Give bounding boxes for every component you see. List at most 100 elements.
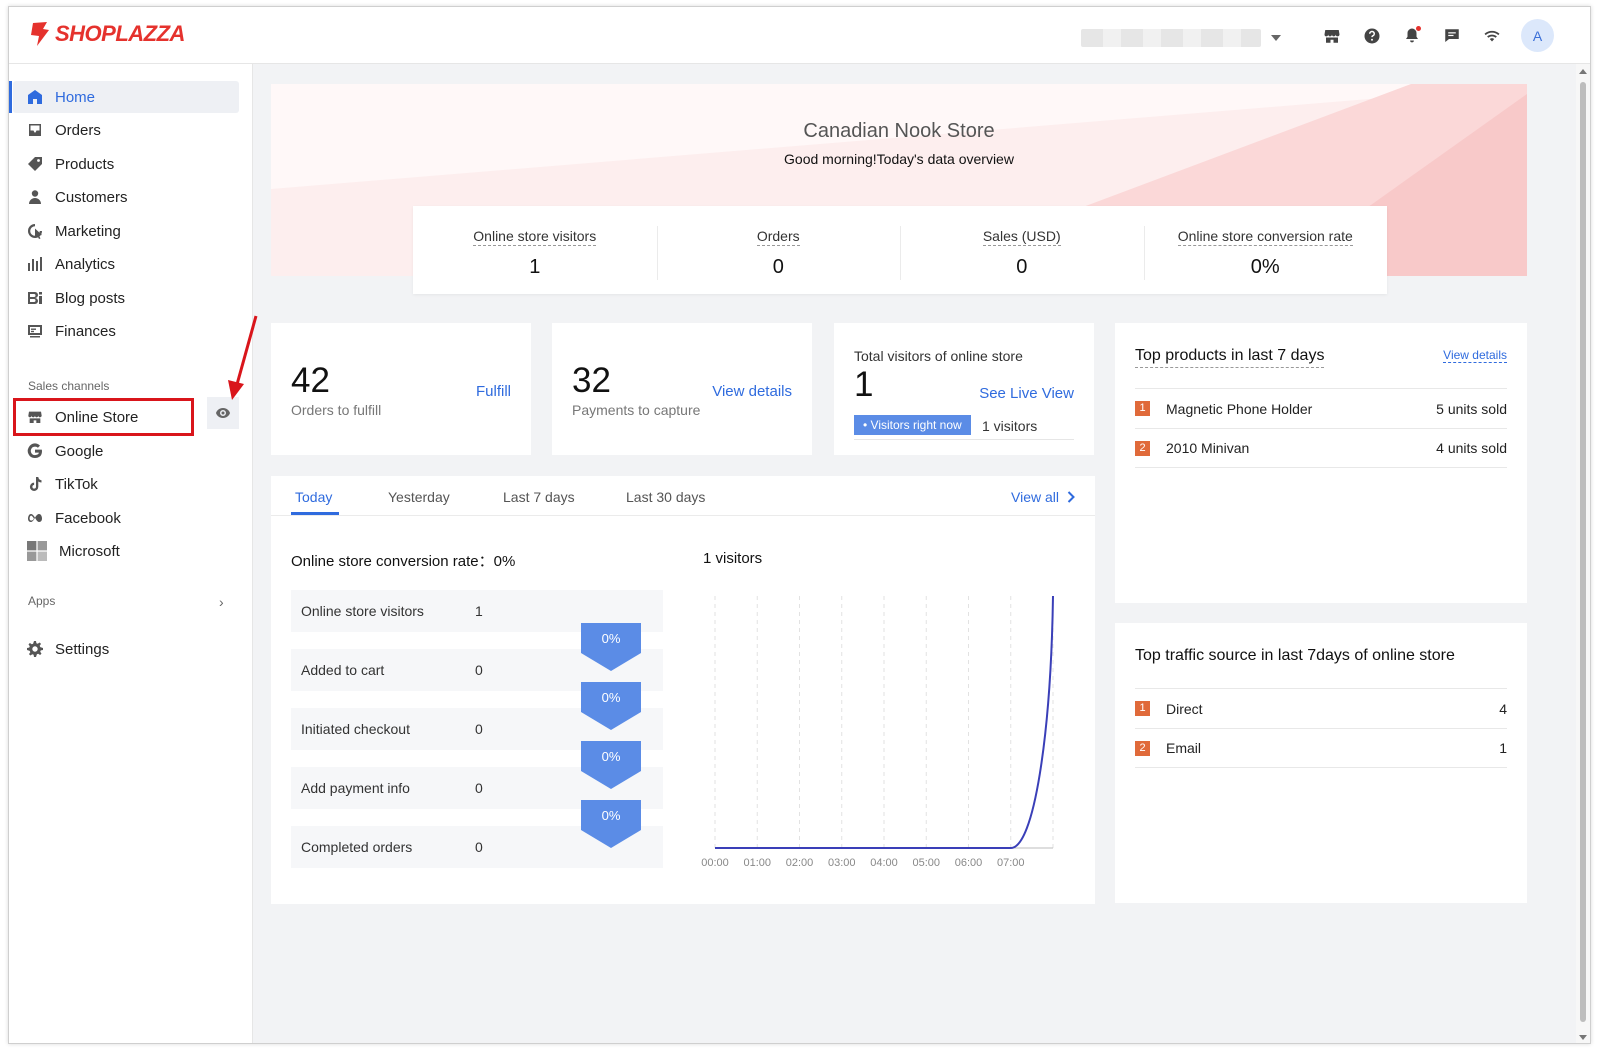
tiktok-icon: [29, 477, 42, 491]
total-visitors-count: 1: [854, 365, 874, 404]
sidebar-item-settings[interactable]: Settings: [13, 633, 239, 665]
funnel-step-value: 0: [475, 839, 483, 855]
stat-visitors[interactable]: Online store visitors 1: [413, 206, 657, 294]
funnel-rate-value: 0%: [601, 749, 621, 764]
view-details-link[interactable]: View details: [712, 383, 792, 400]
see-live-view-link[interactable]: See Live View: [979, 385, 1074, 402]
divider: [854, 439, 1074, 440]
sidebar-item-marketing[interactable]: Marketing: [13, 215, 239, 247]
page-scrollbar[interactable]: [1576, 64, 1590, 1043]
sidebar-item-finances[interactable]: Finances: [13, 315, 239, 347]
funnel-step-label: Initiated checkout: [301, 721, 410, 737]
bell-icon[interactable]: [1401, 25, 1423, 47]
bar-chart-icon: [28, 257, 42, 271]
sidebar-item-label: Microsoft: [59, 542, 120, 560]
traffic-source-count: 4: [1499, 700, 1507, 717]
help-icon[interactable]: [1361, 25, 1383, 47]
top-products-view-details-link[interactable]: View details: [1443, 348, 1507, 363]
sidebar-item-facebook[interactable]: Facebook: [13, 502, 239, 534]
funnel-step-value: 0: [475, 721, 483, 737]
stat-orders[interactable]: Orders 0: [656, 206, 901, 294]
list-item[interactable]: 1 Magnetic Phone Holder 5 units sold: [1135, 388, 1507, 428]
tab-last-7-days[interactable]: Last 7 days: [503, 489, 575, 505]
apps-section[interactable]: Apps: [28, 594, 55, 608]
sidebar-item-label: Settings: [55, 640, 110, 658]
stat-sales[interactable]: Sales (USD) 0: [900, 206, 1144, 294]
sidebar-item-customers[interactable]: Customers: [13, 181, 239, 213]
tag-icon: [28, 157, 42, 171]
store-icon[interactable]: [1321, 25, 1343, 47]
funnel-step-value: 1: [475, 603, 483, 619]
eye-icon: [216, 408, 230, 418]
stat-value: 0: [772, 256, 784, 278]
orders-to-fulfill-card: 42 Orders to fulfill Fulfill: [271, 323, 531, 455]
orders-to-fulfill-count: 42: [291, 361, 330, 400]
top-bar: SHOPLAZZA A: [9, 7, 1590, 64]
caret-down-icon: [1271, 35, 1281, 41]
sidebar-item-tiktok[interactable]: TikTok: [13, 468, 239, 500]
x-tick-label: 05:00: [912, 857, 940, 869]
wifi-icon[interactable]: [1481, 25, 1503, 47]
gear-icon: [27, 641, 43, 657]
tab-last-30-days[interactable]: Last 30 days: [626, 489, 705, 505]
shoplazza-logo[interactable]: SHOPLAZZA: [27, 21, 185, 47]
list-item[interactable]: 1 Direct 4: [1135, 688, 1507, 728]
product-name: Magnetic Phone Holder: [1166, 400, 1313, 417]
view-all-link[interactable]: View all: [1011, 489, 1075, 505]
stat-conversion-rate[interactable]: Online store conversion rate 0%: [1143, 206, 1388, 294]
meta-icon: [28, 514, 42, 522]
stat-value: 0%: [1250, 256, 1280, 278]
top-traffic-panel: Top traffic source in last 7days of onli…: [1115, 623, 1527, 903]
active-tab-indicator: [291, 512, 339, 515]
total-visitors-title: Total visitors of online store: [854, 348, 1023, 364]
sidebar-item-blog-posts[interactable]: Blog posts: [13, 282, 239, 314]
funnel-step-value: 0: [475, 662, 483, 678]
funnel-rate-value: 0%: [601, 631, 621, 646]
tab-yesterday[interactable]: Yesterday: [388, 489, 450, 505]
visitors-line-chart: 00:00 01:00 02:00 03:00 04:00 05:00 06:00 07:00: [701, 595, 1054, 869]
sidebar: Home Orders Products Customers Marketing…: [9, 64, 258, 1043]
app-window: SHOPLAZZA A Home Orders Products Custome…: [8, 6, 1591, 1044]
stat-value: 0: [1016, 256, 1028, 278]
sidebar-item-products[interactable]: Products: [13, 148, 239, 180]
scroll-down-icon[interactable]: [1579, 1035, 1587, 1040]
total-visitors-card: Total visitors of online store 1 See Liv…: [834, 323, 1094, 455]
avatar[interactable]: A: [1521, 19, 1554, 52]
home-icon: [28, 90, 42, 104]
visitors-right-now-badge: • Visitors right now: [854, 415, 971, 435]
sidebar-item-label: Analytics: [55, 255, 116, 273]
store-selector[interactable]: [1081, 27, 1301, 49]
list-item[interactable]: 2 2010 Minivan 4 units sold: [1135, 428, 1507, 468]
tab-today[interactable]: Today: [295, 489, 332, 505]
fulfill-link[interactable]: Fulfill: [476, 383, 511, 400]
stat-label: Online store visitors: [473, 228, 597, 246]
scroll-up-icon[interactable]: [1579, 69, 1587, 74]
stat-value: 1: [529, 256, 541, 278]
google-icon: [27, 443, 42, 459]
person-icon: [29, 190, 41, 204]
funnel-step-label: Add payment info: [301, 780, 410, 796]
traffic-source-name: Direct: [1166, 700, 1203, 717]
stat-label: Online store conversion rate: [1177, 228, 1353, 246]
sidebar-item-analytics[interactable]: Analytics: [13, 248, 239, 280]
payments-to-capture-label: Payments to capture: [572, 402, 701, 418]
x-tick-label: 03:00: [828, 857, 856, 869]
visitors-chart-title: 1 visitors: [703, 550, 763, 567]
orders-icon: [29, 124, 41, 136]
chevron-right-icon[interactable]: ›: [219, 594, 224, 610]
sidebar-item-label: Google: [55, 442, 104, 460]
overview-stats: Online store visitors 1 Orders 0 Sales (…: [413, 206, 1387, 294]
sidebar-item-label: Marketing: [55, 222, 121, 240]
scroll-thumb[interactable]: [1580, 82, 1586, 1022]
sidebar-item-label: Orders: [55, 121, 101, 139]
sidebar-item-home[interactable]: Home: [9, 81, 239, 113]
sidebar-item-label: Facebook: [55, 509, 121, 527]
traffic-source-count: 1: [1499, 740, 1507, 756]
sidebar-item-microsoft[interactable]: Microsoft: [13, 535, 239, 567]
chat-icon[interactable]: [1441, 25, 1463, 47]
sidebar-item-label: Finances: [55, 322, 116, 340]
funnel-rate-value: 0%: [601, 690, 621, 705]
sidebar-item-orders[interactable]: Orders: [13, 114, 239, 146]
sidebar-item-google[interactable]: Google: [13, 435, 239, 467]
list-item[interactable]: 2 Email 1: [1135, 728, 1507, 768]
